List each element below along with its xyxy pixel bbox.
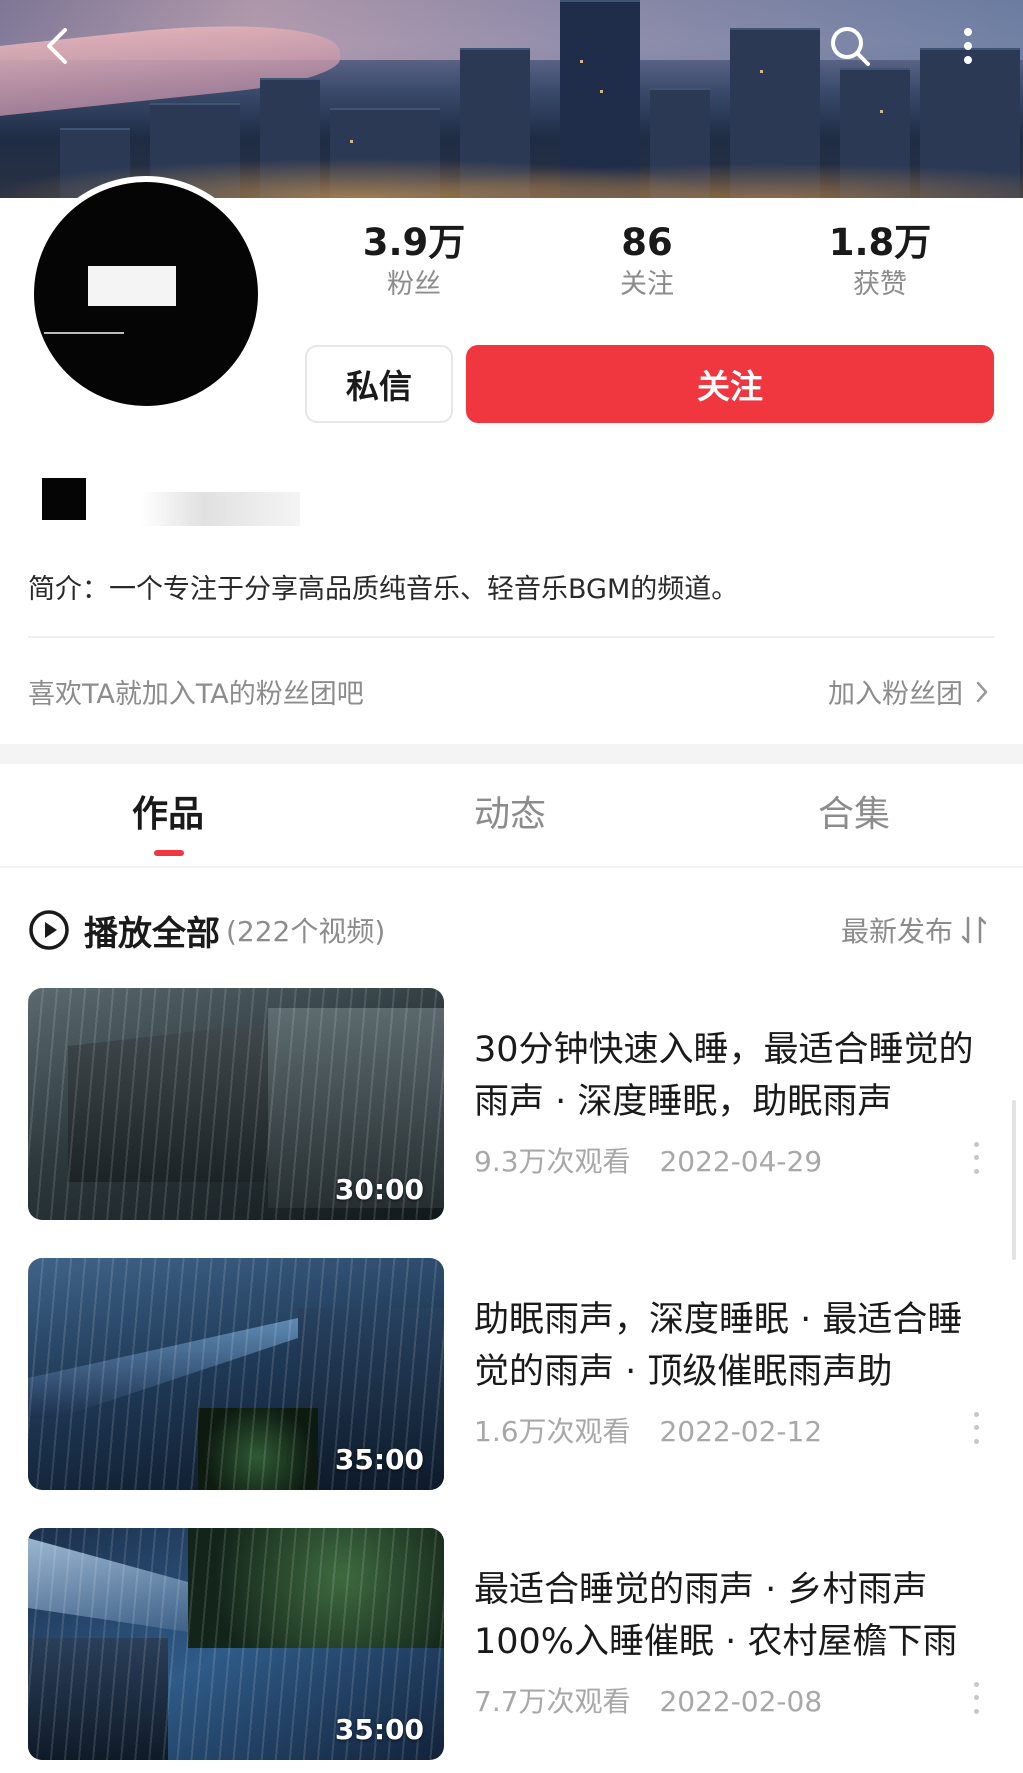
active-tab-indicator: [154, 850, 184, 856]
banner-window-light: [350, 140, 353, 143]
video-thumbnail[interactable]: 35:00: [28, 1258, 444, 1490]
chevron-right-icon: [976, 681, 988, 702]
sort-icon: [961, 916, 987, 944]
video-date: 2022-04-29: [659, 1145, 823, 1178]
video-meta: 1.6万次观看 2022-02-12: [474, 1410, 822, 1450]
play-circle-icon: [29, 910, 69, 950]
video-title[interactable]: 助眠雨声，深度睡眠 · 最适合睡觉的雨声 · 顶级催眠雨声助: [474, 1294, 994, 1398]
video-list-item[interactable]: 30:00 30分钟快速入睡，最适合睡觉的雨声 · 深度睡眠，助眠雨声 9.3万…: [0, 988, 1023, 1220]
avatar-redaction: [44, 332, 124, 334]
stat-following-label: 关注: [620, 269, 674, 300]
join-fan-club-label: 加入粉丝团: [828, 679, 963, 710]
avatar-redaction: [88, 266, 176, 306]
stat-fans-label: 粉丝: [387, 269, 441, 300]
join-fan-club-link[interactable]: 加入粉丝团: [828, 672, 989, 711]
scrollbar[interactable]: [1012, 1100, 1016, 1260]
stat-fans[interactable]: 3.9万 粉丝: [334, 220, 494, 304]
video-list-item[interactable]: 35:00 助眠雨声，深度睡眠 · 最适合睡觉的雨声 · 顶级催眠雨声助 1.6…: [0, 1258, 1023, 1490]
video-views: 9.3万次观看: [474, 1145, 631, 1178]
follow-button[interactable]: 关注: [466, 345, 994, 423]
profile-bio: 简介：一个专注于分享高品质纯音乐、轻音乐BGM的频道。: [28, 574, 739, 605]
video-views: 1.6万次观看: [474, 1415, 631, 1448]
video-more-icon[interactable]: [966, 1138, 986, 1178]
video-more-icon[interactable]: [966, 1678, 986, 1718]
stat-likes-value: 1.8万: [828, 221, 932, 264]
username-redaction: [42, 478, 86, 520]
video-date: 2022-02-12: [659, 1415, 823, 1448]
video-duration: 35:00: [334, 1443, 424, 1476]
stat-following-value: 86: [621, 221, 673, 264]
fan-club-row[interactable]: 喜欢TA就加入TA的粉丝团吧 加入粉丝团: [0, 668, 1023, 716]
sort-dropdown[interactable]: 最新发布: [841, 910, 989, 950]
banner-window-light: [880, 110, 883, 113]
video-more-icon[interactable]: [966, 1408, 986, 1448]
tab-collections[interactable]: 合集: [754, 790, 954, 840]
tab-activity[interactable]: 动态: [410, 790, 610, 840]
section-gap: [0, 744, 1023, 764]
video-duration: 35:00: [334, 1713, 424, 1746]
stat-following[interactable]: 86 关注: [567, 220, 727, 304]
video-list-item[interactable]: 35:00 最适合睡觉的雨声 · 乡村雨声100%入睡催眠 · 农村屋檐下雨 7…: [0, 1528, 1023, 1760]
sort-label: 最新发布: [840, 915, 953, 948]
video-count: (222个视频): [226, 915, 386, 948]
tab-works[interactable]: 作品: [68, 790, 268, 840]
stat-likes[interactable]: 1.8万 获赞: [800, 220, 960, 304]
message-button[interactable]: 私信: [305, 345, 453, 423]
play-all-button[interactable]: 播放全部 (222个视频): [28, 904, 385, 956]
video-duration: 30:00: [334, 1173, 424, 1206]
banner-window-light: [760, 70, 763, 73]
video-title[interactable]: 30分钟快速入睡，最适合睡觉的雨声 · 深度睡眠，助眠雨声: [474, 1024, 994, 1128]
back-icon[interactable]: [34, 22, 82, 70]
divider: [28, 636, 995, 638]
banner-window-light: [600, 90, 603, 93]
fan-club-prompt: 喜欢TA就加入TA的粉丝团吧: [28, 679, 364, 710]
video-title[interactable]: 最适合睡觉的雨声 · 乡村雨声100%入睡催眠 · 农村屋檐下雨: [474, 1564, 994, 1668]
video-views: 7.7万次观看: [474, 1685, 631, 1718]
banner-window-light: [580, 60, 583, 63]
video-meta: 7.7万次观看 2022-02-08: [474, 1680, 822, 1720]
username-redaction: [140, 492, 300, 526]
stat-likes-label: 获赞: [853, 269, 907, 300]
video-thumbnail[interactable]: 30:00: [28, 988, 444, 1220]
avatar[interactable]: [28, 176, 264, 412]
video-meta: 9.3万次观看 2022-04-29: [474, 1140, 822, 1180]
video-thumbnail[interactable]: 35:00: [28, 1528, 444, 1760]
more-options-icon[interactable]: [944, 22, 992, 70]
play-all-label: 播放全部: [84, 913, 220, 954]
divider: [0, 866, 1023, 868]
video-date: 2022-02-08: [659, 1685, 823, 1718]
search-icon[interactable]: [826, 22, 874, 70]
stat-fans-value: 3.9万: [362, 221, 466, 264]
